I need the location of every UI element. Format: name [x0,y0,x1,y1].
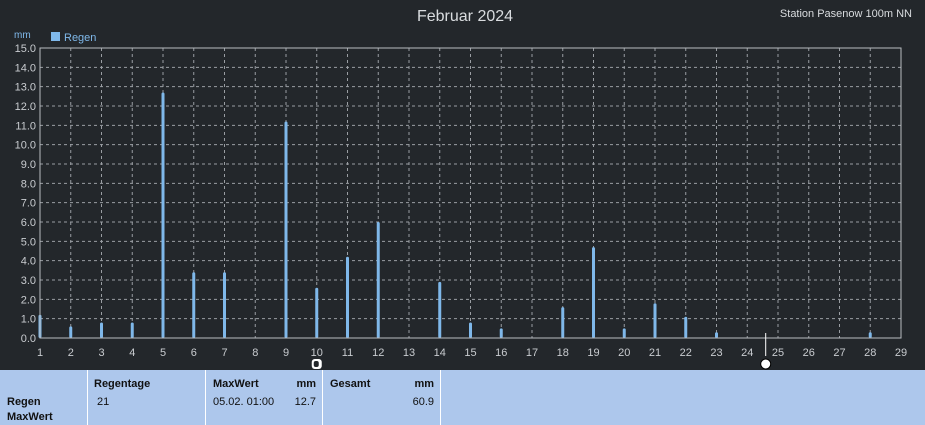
y-axis-unit: mm [14,30,31,41]
full-moon-marker [760,358,772,370]
rain-bar [469,322,472,338]
station-label: Station Pasenow 100m NN [780,8,912,20]
y-tick-label: 8.0 [21,178,36,190]
x-tick-label: 12 [372,347,384,359]
x-tick-label: 17 [526,347,538,359]
rain-bar [130,322,134,338]
rain-bar [192,272,196,338]
gesamt-cell: Gesamt mm 60.9 [323,370,441,425]
row-label-maxwert: MaxWert [7,411,53,423]
y-tick-label: 1.0 [21,314,36,326]
x-tick-label: 22 [680,347,692,359]
x-tick-label: 7 [221,347,227,359]
maxwert-unit: mm [296,378,316,390]
x-tick-label: 15 [464,347,476,359]
x-tick-label: 10 [311,347,323,359]
grid-layer [40,48,901,338]
rain-bar [100,322,103,338]
x-tick-label: 1 [37,347,43,359]
x-tick-label: 11 [342,347,353,359]
x-tick-label: 4 [129,347,135,359]
x-tick-label: 21 [649,347,661,359]
x-tick-label: 20 [618,347,630,359]
y-tick-label: 3.0 [21,275,36,287]
row-label-cell: Regen MaxWert [0,370,88,425]
y-tick-label: 4.0 [21,256,36,268]
rain-bar [592,247,595,338]
x-tick-label: 25 [772,347,784,359]
legend-swatch [51,32,60,41]
moon-marker-inner [313,361,319,367]
x-tick-label: 29 [895,347,907,359]
regentage-value: 21 [97,396,110,408]
rain-bar [684,316,688,338]
maxwert-header: MaxWert [213,378,259,390]
rain-bar [499,328,503,338]
axis-layer: 0.01.02.03.04.05.06.07.08.09.010.011.012… [15,43,908,359]
rain-bar [868,332,872,338]
x-tick-label: 16 [495,347,507,359]
x-tick-label: 24 [741,347,753,359]
row-label-regen: Regen [7,396,41,408]
gesamt-value: 60.9 [412,396,434,408]
rain-bar [715,332,718,338]
x-tick-label: 26 [803,347,815,359]
rain-bar [653,303,657,338]
x-tick-label: 28 [864,347,876,359]
maxwert-cell: MaxWert mm 05.02. 01:00 12.7 [206,370,323,425]
y-tick-label: 7.0 [21,198,36,210]
x-tick-label: 3 [98,347,104,359]
rain-bar [315,287,319,338]
y-tick-label: 14.0 [15,62,36,74]
y-tick-label: 10.0 [15,140,36,152]
rain-bar [69,326,73,338]
summary-table: Regen MaxWert Regentage 21 MaxWert mm 05… [0,370,925,425]
rain-bar [223,272,226,338]
rain-bar [561,307,565,338]
chart-title: Februar 2024 [417,8,513,25]
rain-chart: Februar 2024 Station Pasenow 100m NN mm … [14,8,912,370]
y-tick-label: 11.0 [15,120,36,132]
gesamt-header: Gesamt [330,378,371,390]
x-tick-label: 5 [160,347,166,359]
x-tick-label: 13 [403,347,415,359]
y-tick-label: 15.0 [15,43,36,55]
x-tick-label: 6 [191,347,197,359]
rain-bar [438,281,442,338]
y-tick-label: 6.0 [21,217,36,229]
chart-area: Februar 2024 Station Pasenow 100m NN mm … [0,0,925,370]
rain-bar [346,256,349,338]
x-tick-label: 18 [557,347,569,359]
y-tick-label: 12.0 [15,101,36,113]
x-tick-label: 14 [434,347,446,359]
y-tick-label: 9.0 [21,159,36,171]
gesamt-unit: mm [414,378,434,390]
rain-bar [161,92,165,338]
x-tick-label: 2 [68,347,74,359]
x-tick-label: 27 [833,347,845,359]
legend-label: Regen [64,32,96,44]
y-tick-label: 0.0 [21,333,36,345]
rain-bar [284,121,288,338]
x-tick-label: 9 [283,347,289,359]
y-tick-label: 5.0 [21,236,36,248]
y-tick-label: 13.0 [15,82,36,94]
regentage-header: Regentage [94,378,151,390]
x-tick-label: 19 [587,347,599,359]
x-tick-label: 23 [710,347,722,359]
y-tick-label: 2.0 [21,294,36,306]
rain-bar [376,222,380,338]
rain-bar [622,328,626,338]
x-tick-label: 8 [252,347,258,359]
maxwert-value: 12.7 [294,396,316,408]
maxwert-datetime: 05.02. 01:00 [213,396,275,408]
regentage-cell: Regentage 21 [88,370,206,425]
